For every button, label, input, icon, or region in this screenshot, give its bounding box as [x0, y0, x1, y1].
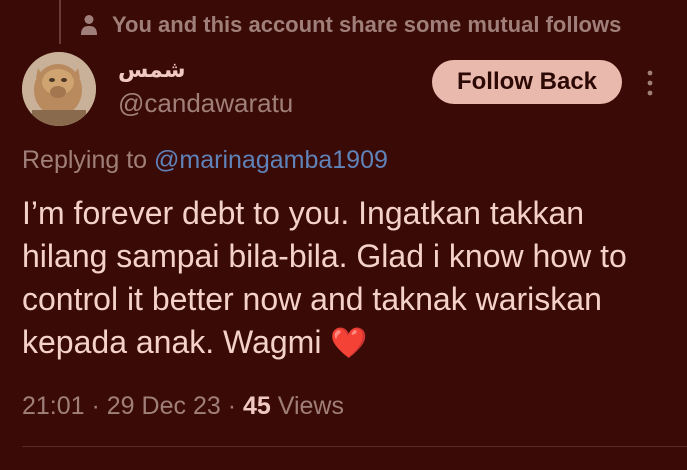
replying-to-line: Replying to @marinagamba1909: [22, 146, 388, 175]
divider: [22, 446, 687, 447]
meta-separator: ·: [84, 392, 107, 420]
thread-connector-line: [59, 0, 61, 44]
views-count[interactable]: 45: [243, 392, 271, 420]
avatar[interactable]: [22, 52, 96, 126]
views-label: Views: [270, 392, 344, 420]
tweet-date[interactable]: 29 Dec 23: [107, 392, 221, 420]
mutual-follows-text: You and this account share some mutual f…: [112, 12, 622, 37]
author-display-name[interactable]: شمس: [118, 58, 185, 83]
more-options-icon[interactable]: [640, 68, 660, 98]
tweet-text: I’m forever debt to you. Ingatkan takkan…: [22, 192, 672, 365]
tweet-body: I’m forever debt to you. Ingatkan takkan…: [22, 195, 627, 360]
mutual-follows-context: You and this account share some mutual f…: [80, 10, 621, 40]
replying-to-label: Replying to: [22, 146, 155, 174]
reply-mention-link[interactable]: @marinagamba1909: [154, 146, 388, 174]
tweet-metadata: 21:01 · 29 Dec 23 · 45 Views: [22, 392, 344, 421]
avatar-image: [22, 52, 96, 126]
meta-separator: ·: [220, 392, 243, 420]
author-handle[interactable]: @candawaratu: [118, 88, 293, 119]
person-icon: [81, 15, 97, 35]
tweet-time[interactable]: 21:01: [22, 392, 85, 420]
heart-emoji: ❤️: [330, 327, 368, 360]
follow-back-button[interactable]: Follow Back: [432, 60, 622, 104]
